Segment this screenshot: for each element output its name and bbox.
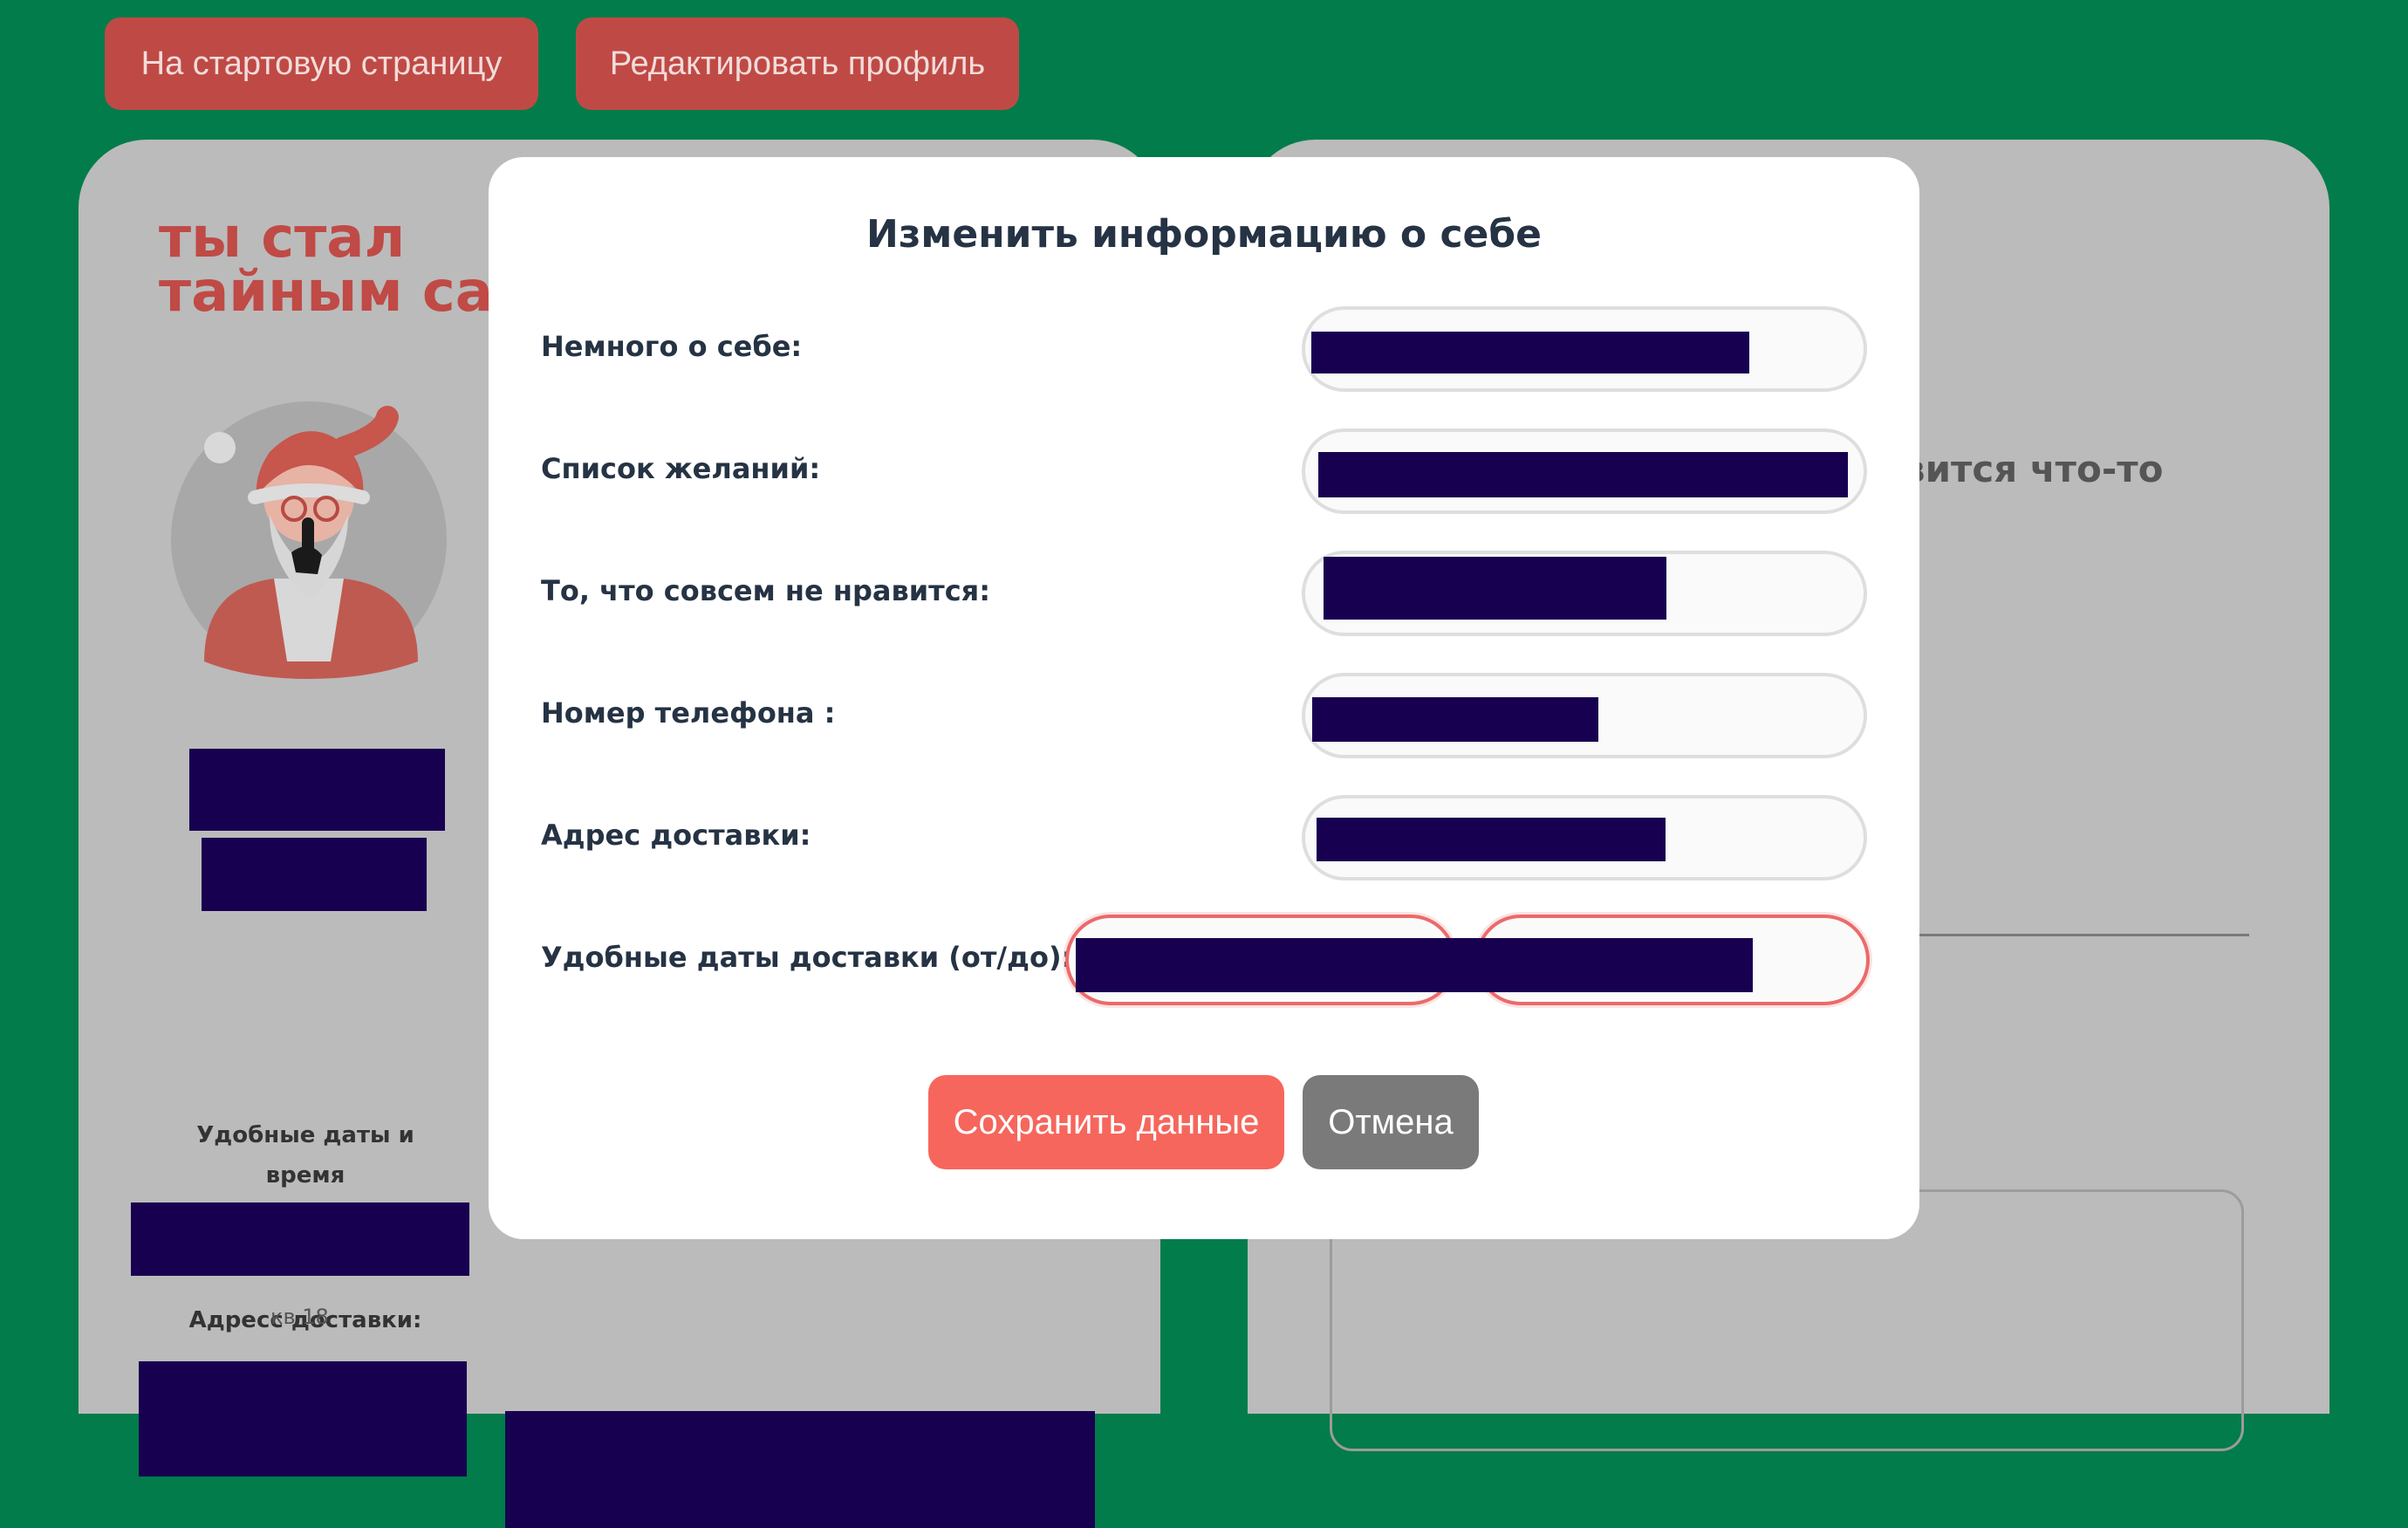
redacted-dislikes bbox=[1324, 557, 1666, 620]
delivery-address-label: Адрес доставки: bbox=[541, 819, 811, 852]
redacted-wishlist bbox=[1318, 452, 1848, 497]
redacted-about-me bbox=[1311, 332, 1749, 373]
delivery-dates-label: Удобные даты доставки (от/до): bbox=[541, 941, 1073, 974]
dislikes-label: То, что совсем не нравится: bbox=[541, 574, 991, 607]
modal-title: Изменить информацию о себе bbox=[866, 212, 1542, 257]
cancel-button[interactable]: Отмена bbox=[1303, 1075, 1479, 1169]
save-button[interactable]: Сохранить данные bbox=[928, 1075, 1284, 1169]
santa-avatar-icon bbox=[169, 400, 448, 679]
redacted-delivery-dates bbox=[1076, 938, 1753, 992]
redacted-block bbox=[505, 1411, 1095, 1528]
divider bbox=[1911, 934, 2249, 936]
edit-info-modal: Изменить информацию о себе Немного о себ… bbox=[489, 157, 1919, 1239]
redacted-phone bbox=[1312, 697, 1598, 742]
home-page-button[interactable]: На стартовую страницу bbox=[105, 17, 538, 110]
phone-label: Номер телефона : bbox=[541, 696, 836, 730]
redacted-delivery-address bbox=[1317, 818, 1666, 861]
wishlist-label: Список желаний: bbox=[541, 452, 821, 485]
address-text: кв 18 bbox=[270, 1305, 329, 1329]
redacted-name bbox=[189, 749, 445, 831]
edit-profile-button[interactable]: Редактировать профиль bbox=[576, 17, 1019, 110]
about-me-label: Немного о себе: bbox=[541, 330, 803, 363]
redacted-delivery-dates bbox=[131, 1203, 469, 1276]
redacted-address bbox=[139, 1361, 467, 1477]
dislikes-heading: вится что-то bbox=[1902, 448, 2164, 490]
redacted-subtitle bbox=[202, 838, 427, 911]
